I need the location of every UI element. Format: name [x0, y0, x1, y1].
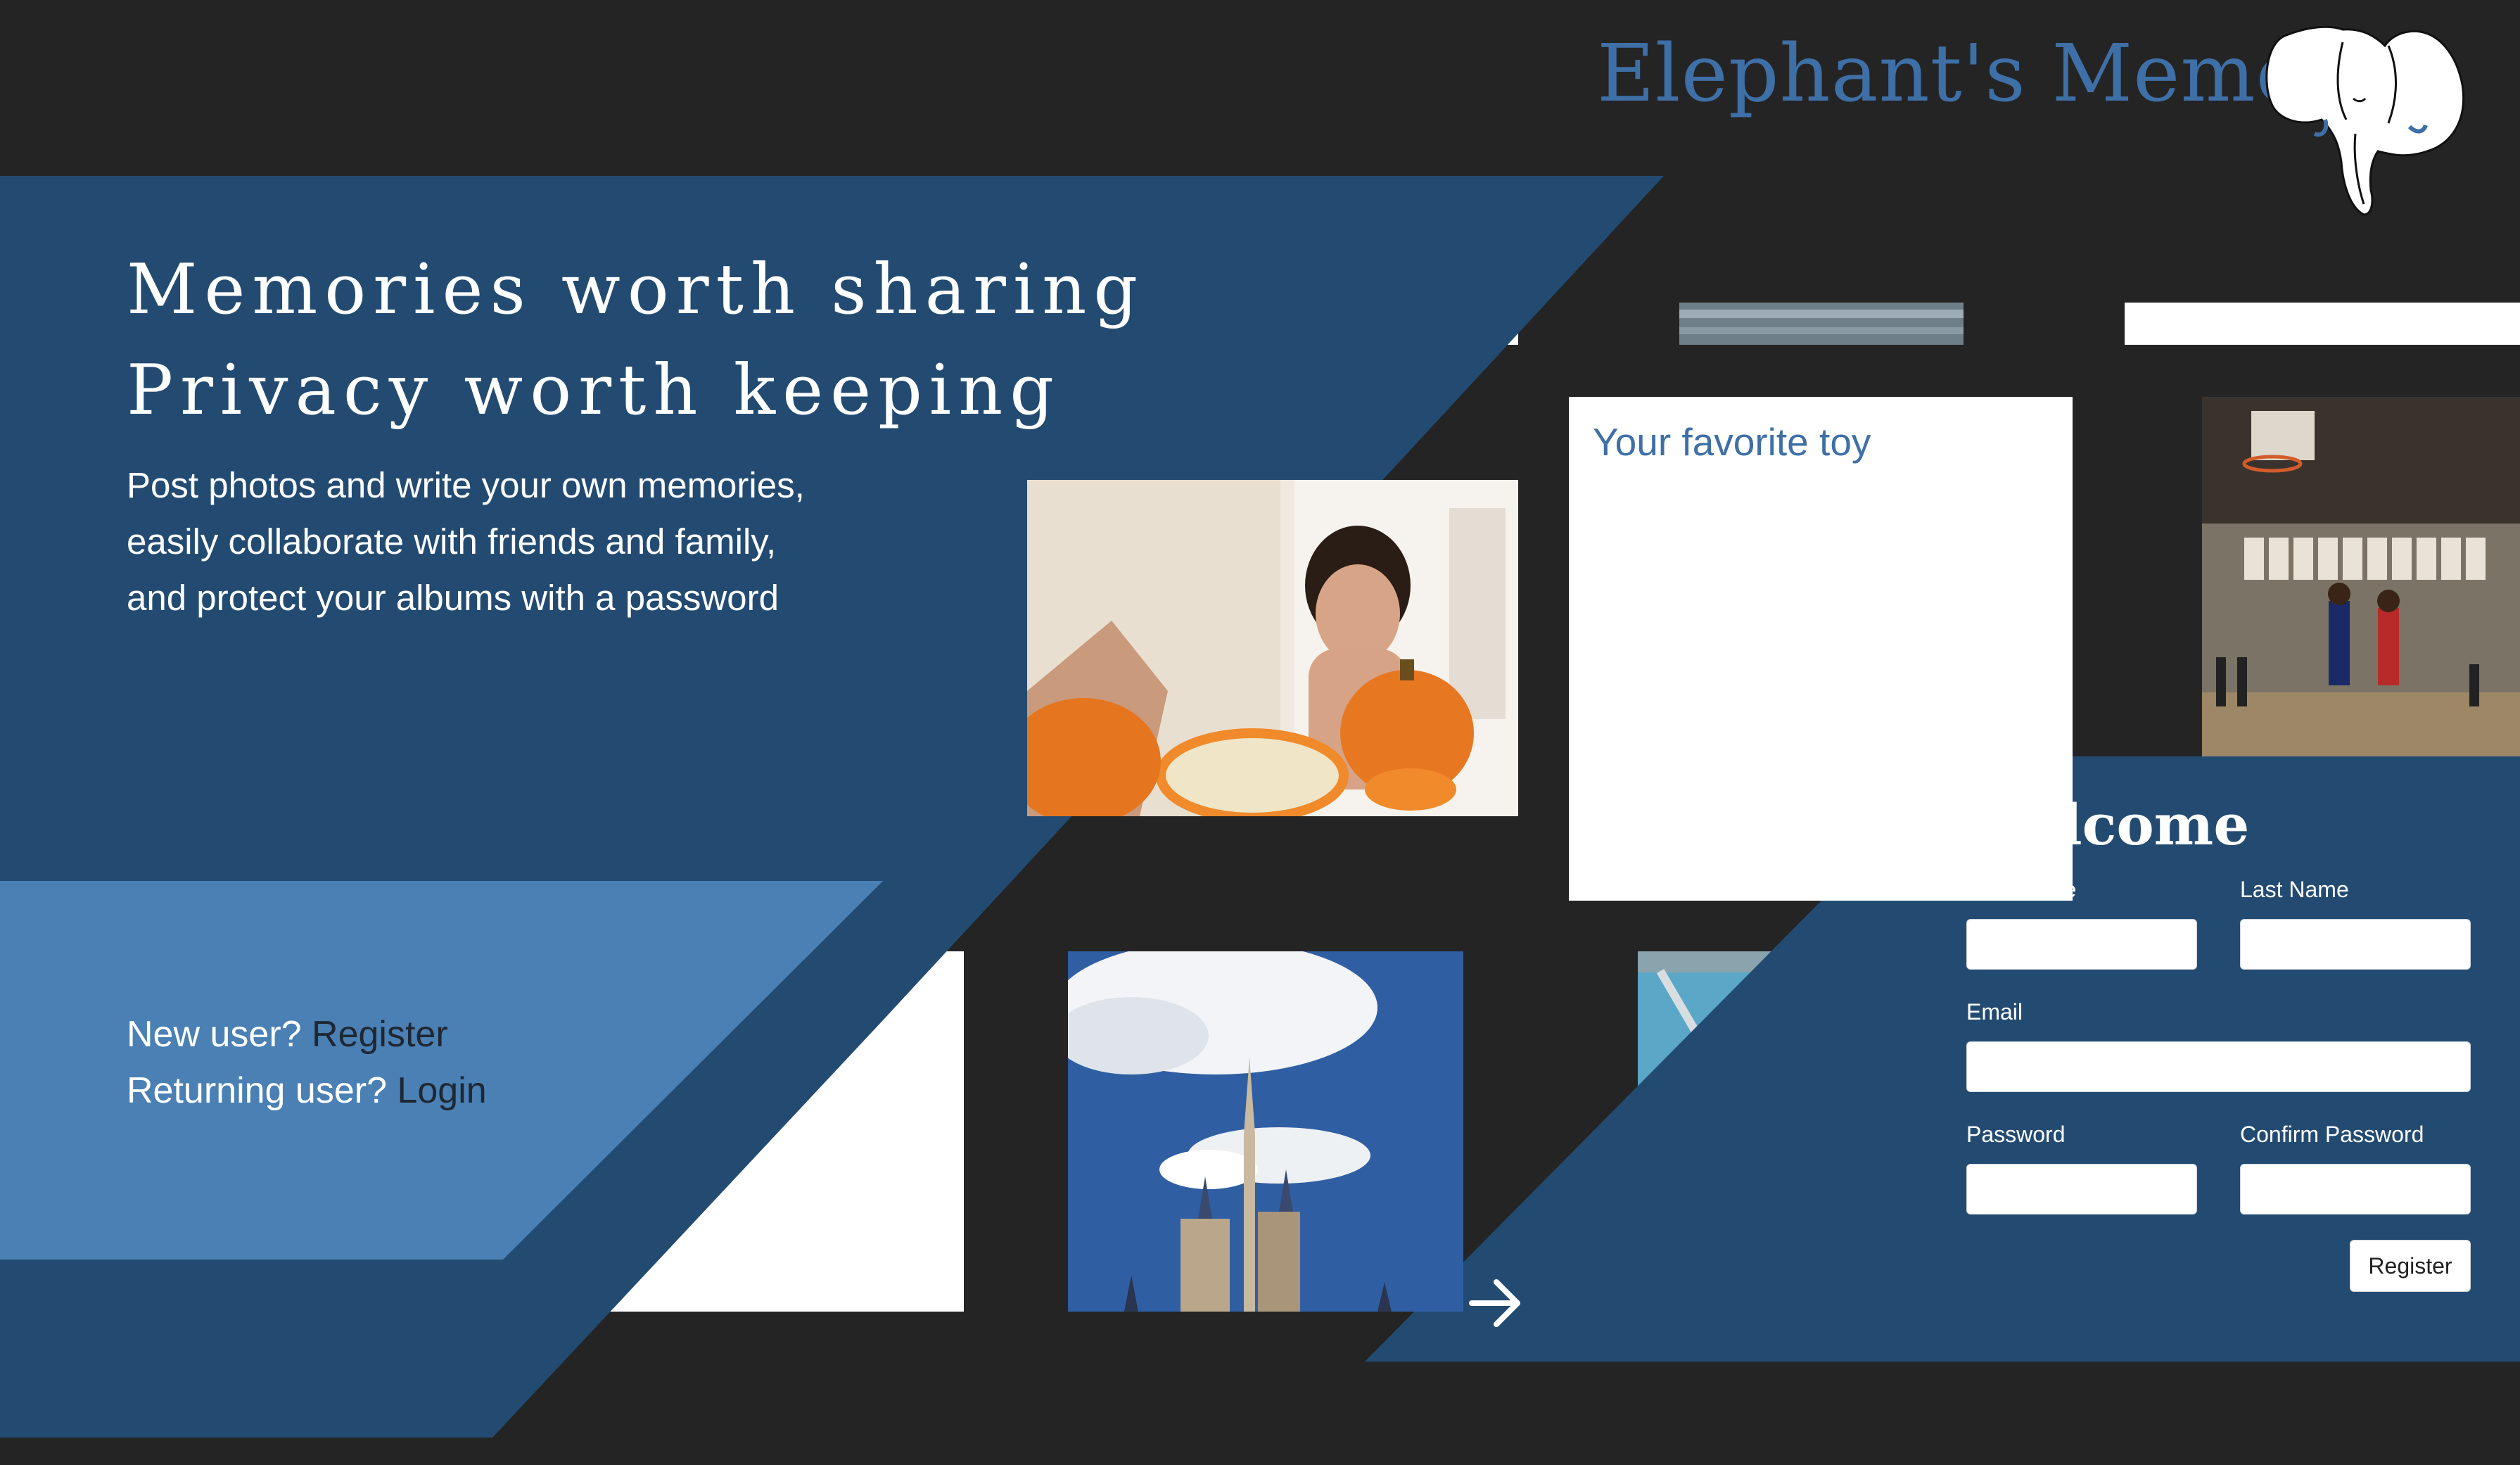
hero-subtext: Post photos and write your own memories,… — [127, 457, 971, 626]
first-name-input[interactable] — [1966, 919, 2197, 970]
arrow-right-icon[interactable] — [1465, 1275, 1528, 1331]
password-label: Password — [1966, 1122, 2066, 1147]
elephant-logo-icon — [2265, 25, 2465, 216]
hero-subtext-line1: Post photos and write your own memories, — [127, 465, 805, 505]
photo-tile-basketball[interactable] — [2202, 397, 2520, 756]
last-name-input[interactable] — [2240, 919, 2471, 970]
email-label: Email — [1966, 999, 2023, 1025]
register-button[interactable]: Register — [2350, 1240, 2471, 1292]
confirm-password-label: Confirm Password — [2240, 1122, 2424, 1147]
welcome-title: Welcome — [1966, 792, 2250, 858]
first-name-label: First Name — [1966, 877, 2077, 902]
hero-headline-line1: Memories worth sharing — [127, 250, 1145, 330]
last-name-label: Last Name — [2240, 877, 2349, 902]
favorite-toy-title: Your favorite toy — [1593, 420, 1871, 464]
register-link[interactable]: Register — [312, 1014, 448, 1055]
confirm-password-input[interactable] — [2240, 1164, 2471, 1215]
hero-subtext-line2: easily collaborate with friends and fami… — [127, 521, 777, 562]
email-input[interactable] — [1966, 1041, 2471, 1092]
password-input[interactable] — [1966, 1164, 2197, 1215]
returning-user-line: Returning user? Login — [127, 1070, 487, 1112]
login-link[interactable]: Login — [397, 1070, 486, 1111]
returning-user-prefix: Returning user? — [127, 1070, 387, 1111]
hero-subtext-line3: and protect your albums with a password — [127, 578, 779, 618]
photo-tile-pumpkins[interactable] — [1027, 480, 1518, 816]
new-user-prefix: New user? — [127, 1014, 302, 1055]
hero-headline-line2: Privacy worth keeping — [127, 350, 1062, 431]
photo-tile-castle[interactable] — [1068, 951, 1463, 1312]
new-user-line: New user? Register — [127, 1013, 448, 1055]
